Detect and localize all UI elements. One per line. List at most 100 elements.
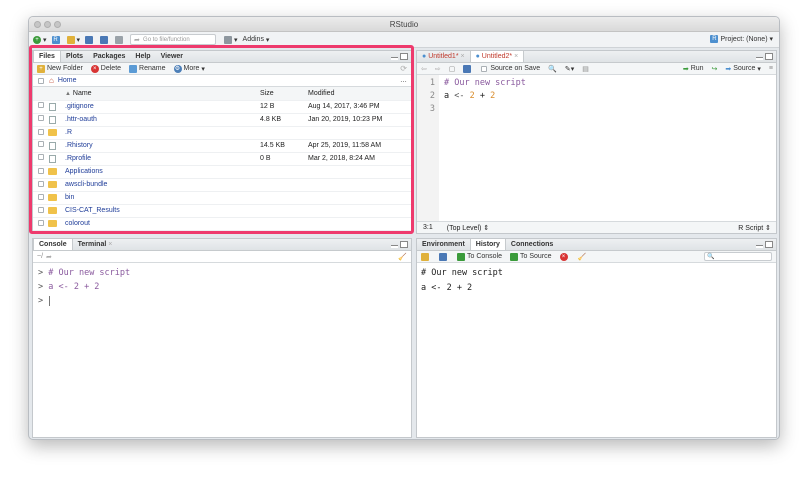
minimize-pane-button[interactable]	[756, 245, 763, 248]
file-type-menu[interactable]: R Script ⇕	[738, 224, 771, 232]
history-search-input[interactable]: 🔍	[704, 252, 772, 261]
history-list[interactable]: # Our new script a <- 2 + 2	[417, 263, 776, 299]
file-name-link[interactable]: awscli-bundle	[65, 181, 107, 188]
clear-console-icon[interactable]: 🧹	[398, 253, 407, 261]
file-row[interactable]: awscli-bundle	[33, 178, 411, 192]
to-source-button[interactable]: To Source	[510, 252, 552, 261]
row-checkbox[interactable]	[38, 193, 44, 200]
tab-untitled1[interactable]: ● Untitled1* ×	[417, 51, 470, 62]
project-menu[interactable]: R Project: (None) ▾	[710, 35, 773, 43]
open-file-button[interactable]: ▾	[66, 35, 80, 44]
file-name-link[interactable]: .Rprofile	[65, 155, 91, 162]
close-tab-icon[interactable]: ×	[461, 53, 465, 60]
tab-viewer[interactable]: Viewer	[156, 51, 188, 62]
maximize-pane-button[interactable]	[400, 53, 408, 60]
save-history-icon[interactable]	[439, 252, 449, 261]
more-menu[interactable]: ⚙ More ▾	[173, 64, 205, 73]
file-row[interactable]: .R	[33, 126, 411, 140]
file-row[interactable]: colorout	[33, 217, 411, 231]
rerun-icon[interactable]: ↪	[712, 65, 718, 73]
file-name-link[interactable]: CIS-CAT_Results	[65, 207, 120, 214]
tab-connections[interactable]: Connections	[506, 239, 558, 250]
forward-icon[interactable]: ⇨	[435, 65, 441, 73]
file-name-link[interactable]: .gitignore	[65, 103, 94, 110]
magic-wand-icon[interactable]: ✎▾	[565, 65, 574, 73]
save-button[interactable]	[85, 35, 95, 44]
print-button[interactable]	[115, 35, 125, 44]
code-editor[interactable]: 1 2 3 # Our new script a <- 2 + 2	[417, 75, 776, 222]
file-name-link[interactable]: .Rhistory	[65, 142, 93, 149]
file-row[interactable]: bin	[33, 191, 411, 205]
tab-help[interactable]: Help	[130, 51, 155, 62]
tab-terminal[interactable]: Terminal ×	[73, 239, 118, 250]
select-all-checkbox[interactable]	[38, 77, 44, 84]
scope-menu[interactable]: (Top Level) ⇕	[447, 224, 489, 232]
history-entry[interactable]: # Our new script	[421, 266, 772, 281]
maximize-pane-button[interactable]	[765, 53, 773, 60]
breadcrumb-home[interactable]: Home	[58, 77, 77, 84]
workspace-panes-button[interactable]: ▾	[224, 35, 238, 44]
to-console-button[interactable]: To Console	[457, 252, 502, 261]
tab-environment[interactable]: Environment	[417, 239, 470, 250]
row-checkbox[interactable]	[38, 206, 44, 213]
column-size-header[interactable]: Size	[260, 87, 308, 101]
outline-icon[interactable]: ≡	[769, 65, 773, 72]
tab-files[interactable]: Files	[33, 51, 61, 62]
row-checkbox[interactable]	[38, 115, 44, 122]
new-file-button[interactable]: + ▾	[33, 35, 47, 44]
column-modified-header[interactable]: Modified	[308, 87, 411, 101]
compile-report-icon[interactable]: ▤	[582, 65, 589, 73]
goto-file-input[interactable]: ➦ Go to file/function	[130, 34, 217, 45]
tab-plots[interactable]: Plots	[61, 51, 88, 62]
close-tab-icon[interactable]: ×	[108, 241, 112, 248]
rename-button[interactable]: Rename	[129, 64, 166, 73]
close-window-button[interactable]	[34, 21, 41, 28]
file-row[interactable]: .gitignore 12 B Aug 14, 2017, 3:46 PM	[33, 100, 411, 114]
file-row[interactable]: Applications	[33, 165, 411, 179]
tab-untitled2[interactable]: ● Untitled2* ×	[469, 51, 525, 62]
new-folder-button[interactable]: + New Folder	[37, 64, 83, 73]
save-icon[interactable]	[463, 64, 473, 73]
file-name-link[interactable]: bin	[65, 194, 74, 201]
row-checkbox[interactable]	[38, 180, 44, 187]
file-row[interactable]: .httr-oauth 4.8 KB Jan 20, 2019, 10:23 PM	[33, 113, 411, 127]
row-checkbox[interactable]	[38, 154, 44, 161]
minimize-pane-button[interactable]	[756, 57, 763, 60]
file-name-link[interactable]: colorout	[65, 220, 90, 227]
addins-menu[interactable]: Addins ▾	[243, 36, 270, 44]
file-name-link[interactable]: .httr-oauth	[65, 116, 97, 123]
go-to-directory-icon[interactable]: ➦	[46, 253, 52, 261]
back-icon[interactable]: ⇦	[421, 65, 427, 73]
file-row[interactable]: .Rhistory 14.5 KB Apr 25, 2019, 11:58 AM	[33, 139, 411, 153]
row-checkbox[interactable]	[38, 102, 44, 109]
tab-packages[interactable]: Packages	[88, 51, 130, 62]
column-name-header[interactable]: ▲ Name	[65, 87, 260, 101]
row-checkbox[interactable]	[38, 219, 44, 226]
file-row[interactable]: CIS-CAT_Results	[33, 204, 411, 218]
close-tab-icon[interactable]: ×	[514, 53, 518, 60]
run-button[interactable]: ➡ Run	[683, 65, 704, 73]
file-row[interactable]: .Rprofile 0 B Mar 2, 2018, 8:24 AM	[33, 152, 411, 166]
console-output[interactable]: > # Our new script > a <- 2 + 2 >	[33, 263, 411, 311]
open-history-icon[interactable]	[421, 252, 431, 261]
new-project-button[interactable]: R	[51, 35, 62, 44]
minimize-window-button[interactable]	[44, 21, 51, 28]
tab-console[interactable]: Console	[33, 239, 73, 250]
history-entry[interactable]: a <- 2 + 2	[421, 281, 772, 296]
source-on-save-checkbox[interactable]: Source on Save	[481, 65, 540, 72]
maximize-pane-button[interactable]	[765, 241, 773, 248]
row-checkbox[interactable]	[38, 128, 44, 135]
save-all-button[interactable]	[100, 35, 110, 44]
more-path-icon[interactable]: …	[400, 77, 407, 84]
row-checkbox[interactable]	[38, 141, 44, 148]
delete-button[interactable]: × Delete	[90, 64, 121, 73]
maximize-pane-button[interactable]	[400, 241, 408, 248]
file-name-link[interactable]: Applications	[65, 168, 103, 175]
file-name-link[interactable]: .R	[65, 129, 72, 136]
zoom-window-button[interactable]	[54, 21, 61, 28]
search-icon[interactable]: 🔍	[548, 65, 557, 73]
minimize-pane-button[interactable]	[391, 57, 398, 60]
tab-history[interactable]: History	[469, 239, 506, 250]
refresh-icon[interactable]: ⟳	[400, 64, 407, 73]
show-in-window-icon[interactable]: ▢	[449, 65, 456, 73]
